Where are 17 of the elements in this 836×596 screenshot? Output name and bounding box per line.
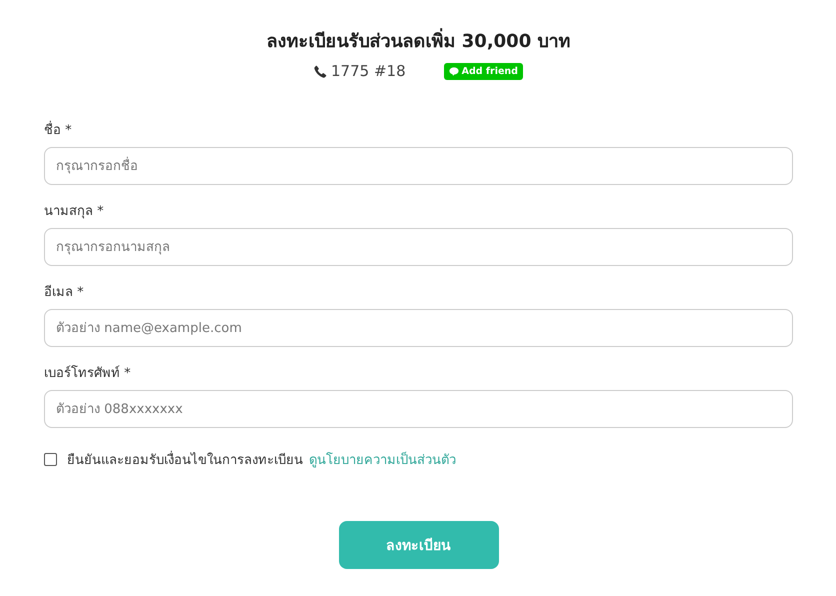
- chat-bubble-icon: [448, 66, 459, 76]
- register-button[interactable]: ลงทะเบียน: [338, 521, 498, 569]
- phone-icon: [314, 64, 328, 78]
- input-field[interactable]: กรุณากรอกชื่อ: [44, 147, 793, 185]
- add-friend-button[interactable]: Add friend: [444, 62, 523, 80]
- field-label: เบอร์โทรศัพท์ *: [44, 365, 132, 383]
- consent-text: ยืนยันและยอมรับเงื่อนไขในการลงทะเบียน: [67, 449, 303, 470]
- field-label: อีเมล *: [44, 284, 85, 302]
- privacy-policy-link[interactable]: ดูนโยบายความเป็นส่วนตัว: [309, 449, 456, 470]
- page-title: ลงทะเบียนรับส่วนลดเพิ่ม 30,000 บาท: [44, 28, 793, 56]
- input-field[interactable]: ตัวอย่าง 088xxxxxxx: [44, 390, 793, 428]
- phone-number: 1775 #18: [331, 62, 406, 80]
- consent-checkbox[interactable]: [44, 453, 57, 466]
- input-field[interactable]: ตัวอย่าง name@example.com: [44, 309, 793, 347]
- input-field[interactable]: กรุณากรอกนามสกุล: [44, 228, 793, 266]
- field-label: ชื่อ *: [44, 122, 793, 140]
- field-label: นามสกุล *: [44, 203, 105, 221]
